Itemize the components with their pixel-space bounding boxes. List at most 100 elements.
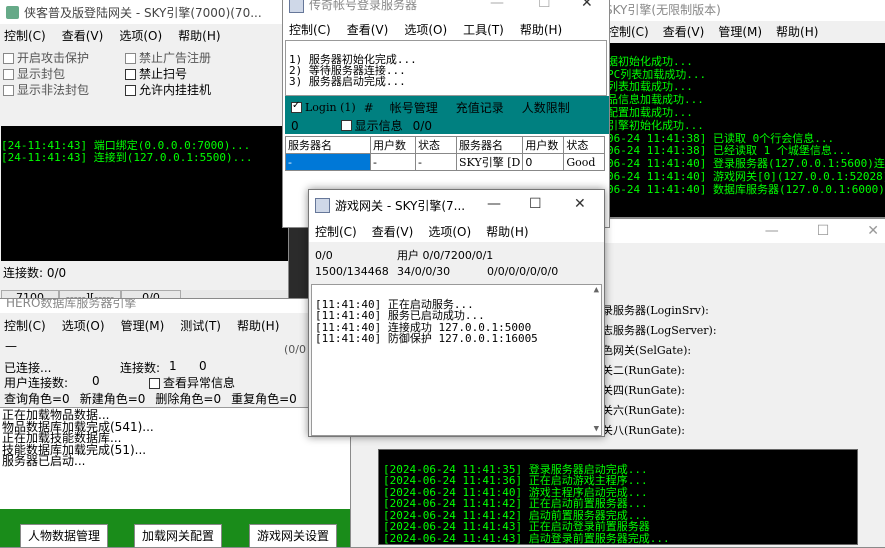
db-server-window: HERO数据库服务器引擎 控制(C) 选项(O) 管理(M) 测试(T) 帮助(… <box>0 298 351 548</box>
menu-control[interactable]: 控制(C) <box>607 23 649 40</box>
account-login-title-bar[interactable]: 传奇帐号登录服务器 — ☐ ✕ <box>283 0 609 19</box>
table-cell-selected[interactable]: - <box>285 153 371 171</box>
menu-test[interactable]: 测试(T) <box>180 317 221 334</box>
account-manage-tab[interactable]: 帐号管理 <box>390 99 438 116</box>
account-login-title: 传奇帐号登录服务器 <box>309 0 418 12</box>
server-status-labels: 录服务器(LoginSrv): 志服务器(LogServer): 色网关(Sel… <box>602 301 717 441</box>
option-show-illegal-packets[interactable]: 显示非法封包 <box>3 82 89 98</box>
load-gateway-config-button[interactable]: 加载网关配置 <box>134 524 222 547</box>
menu-options[interactable]: 选项(O) <box>119 27 162 44</box>
option-label: 查看异常信息 <box>163 376 236 390</box>
stat-traffic: 1500/134468 <box>315 265 389 278</box>
header-cell[interactable]: 状态 <box>563 136 606 154</box>
check-abnormal[interactable]: 查看异常信息 <box>149 374 235 391</box>
option-block-scan[interactable]: 禁止扫号 <box>125 66 211 82</box>
menu-view[interactable]: 查看(V) <box>663 23 705 40</box>
recharge-record-tab[interactable]: 充值记录 <box>456 99 504 116</box>
menu-help[interactable]: 帮助(H) <box>486 223 528 240</box>
login-bar-row2: 0 显示信息 0/0 <box>291 117 432 134</box>
game-gateway-log[interactable]: [11:41:40] 正在启动服务... [11:41:40] 服务已启动成功..… <box>311 284 602 436</box>
option-attack-protect[interactable]: 开启攻击保护 <box>3 50 89 66</box>
table-cell[interactable]: - <box>370 153 416 171</box>
db-user-conn-label: 用户连接数: <box>4 376 69 390</box>
minimize-icon[interactable]: — <box>490 0 504 11</box>
option-allow-bot[interactable]: 允许内挂挂机 <box>125 82 211 98</box>
header-cell[interactable]: 服务器名 <box>285 136 371 154</box>
table-cell[interactable]: 0 <box>522 153 565 171</box>
maximize-icon[interactable]: ☐ <box>538 0 551 11</box>
menu-manage[interactable]: 管理(M) <box>718 23 762 40</box>
login-gate-window: 侠客普及版登陆网关 - SKY引擎(7000)(70... 控制(C) 查看(V… <box>0 0 289 307</box>
menu-view[interactable]: 查看(V) <box>62 27 104 44</box>
menu-help[interactable]: 帮助(H) <box>776 23 818 40</box>
menu-control[interactable]: 控制(C) <box>315 223 357 240</box>
sky-engine-log[interactable]: 据初始化成功... PC列表加载成功... 列表加载成功... 品信息加载成功... 配… <box>607 43 885 217</box>
game-gateway-title-bar[interactable]: 游戏网关 - SKY引擎(7... — ☐ ✕ <box>309 190 604 220</box>
menu-help[interactable]: 帮助(H) <box>520 21 562 38</box>
game-gateway-window: 游戏网关 - SKY引擎(7... — ☐ ✕ 控制(C) 查看(V) 选项(O… <box>308 189 605 437</box>
db-ratio: (0/0 <box>284 343 306 356</box>
checkbox[interactable] <box>3 53 14 64</box>
menu-manage[interactable]: 管理(M) <box>121 317 165 334</box>
header-cell[interactable]: 服务器名 <box>455 136 524 154</box>
db-server-menu-bar: 控制(C) 选项(O) 管理(M) 测试(T) 帮助(H) <box>0 313 350 337</box>
header-cell[interactable]: 用户数 <box>370 136 416 154</box>
option-label: 显示封包 <box>17 67 66 81</box>
db-query-roles: 查询角色=0 <box>4 392 70 406</box>
table-cell[interactable]: Good <box>563 153 606 171</box>
login-gate-menu-bar: 控制(C) 查看(V) 选项(O) 帮助(H) <box>0 24 288 46</box>
menu-control[interactable]: 控制(C) <box>289 21 331 38</box>
status-label-selgate: 色网关(SelGate): <box>602 344 692 357</box>
game-gateway-settings-button[interactable]: 游戏网关设置 <box>249 524 337 547</box>
table-row[interactable]: - - - SKY引擎 [D 0 Good <box>285 153 606 171</box>
table-cell[interactable]: SKY引擎 [D <box>455 153 524 171</box>
minimize-icon[interactable]: — <box>487 196 501 212</box>
menu-options[interactable]: 选项(O) <box>404 21 447 38</box>
user-limit-tab[interactable]: 人数限制 <box>522 99 570 116</box>
menu-view[interactable]: 查看(V) <box>347 21 389 38</box>
maximize-icon[interactable]: ☐ <box>529 196 542 212</box>
account-login-log[interactable]: 1) 服务器初始化完成... 2) 等待服务器连接... 3) 服务器启动完成... <box>285 40 607 96</box>
login-hash: # <box>363 100 374 115</box>
table-cell[interactable]: - <box>415 153 457 171</box>
option-label: 允许内挂挂机 <box>139 83 212 97</box>
checkbox[interactable] <box>125 53 136 64</box>
login-check-label: Login (1) <box>305 101 356 114</box>
menu-help[interactable]: 帮助(H) <box>178 27 220 44</box>
checkbox[interactable] <box>3 85 14 96</box>
db-log[interactable]: 正在加载物品数据... 物品数据库加载完成(541)... 正在加载技能数据库.… <box>0 407 350 509</box>
login-checkbox[interactable] <box>291 100 302 113</box>
header-cell[interactable]: 用户数 <box>522 136 565 154</box>
minimize-icon[interactable]: — <box>765 223 779 239</box>
close-icon[interactable]: ✕ <box>867 223 879 239</box>
app-icon <box>289 0 304 13</box>
menu-help[interactable]: 帮助(H) <box>237 317 279 334</box>
menu-control[interactable]: 控制(C) <box>4 27 46 44</box>
db-conn-value: 1 <box>169 359 177 373</box>
close-icon[interactable]: ✕ <box>581 0 593 11</box>
stat-counts: 34/0/0/30 <box>397 265 451 278</box>
maximize-icon[interactable]: ☐ <box>817 223 830 239</box>
header-cell[interactable]: 状态 <box>415 136 457 154</box>
menu-control[interactable]: 控制(C) <box>4 317 46 334</box>
menu-options[interactable]: 选项(O) <box>62 317 105 334</box>
login-gate-title-bar[interactable]: 侠客普及版登陆网关 - SKY引擎(7000)(70... <box>0 0 288 24</box>
option-block-ad-register[interactable]: 禁止广告注册 <box>125 50 211 66</box>
db-server-title-bar[interactable]: HERO数据库服务器引擎 <box>0 299 350 313</box>
menu-tools[interactable]: 工具(T) <box>463 21 504 38</box>
close-icon[interactable]: ✕ <box>574 196 586 212</box>
launcher-log[interactable]: [2024-06-24 11:41:35] 登录服务器启动完成... [2024-… <box>378 449 858 545</box>
option-show-packets[interactable]: 显示封包 <box>3 66 89 82</box>
scrollbar-up-icon[interactable]: ▲ <box>594 285 599 297</box>
checkbox[interactable] <box>3 69 14 80</box>
checkbox[interactable] <box>125 69 136 80</box>
menu-options[interactable]: 选项(O) <box>428 223 471 240</box>
show-info-label: 显示信息 <box>354 119 403 133</box>
login-gate-log[interactable]: [24-11:41:43] 端口绑定(0.0.0.0:7000)... [24-1… <box>1 126 288 261</box>
show-info-checkbox[interactable] <box>340 120 352 131</box>
scrollbar-down-icon[interactable]: ▼ <box>594 424 599 436</box>
checkbox[interactable] <box>125 85 136 96</box>
checkbox[interactable] <box>149 378 160 389</box>
character-data-button[interactable]: 人物数据管理 <box>20 524 108 547</box>
menu-view[interactable]: 查看(V) <box>372 223 414 240</box>
